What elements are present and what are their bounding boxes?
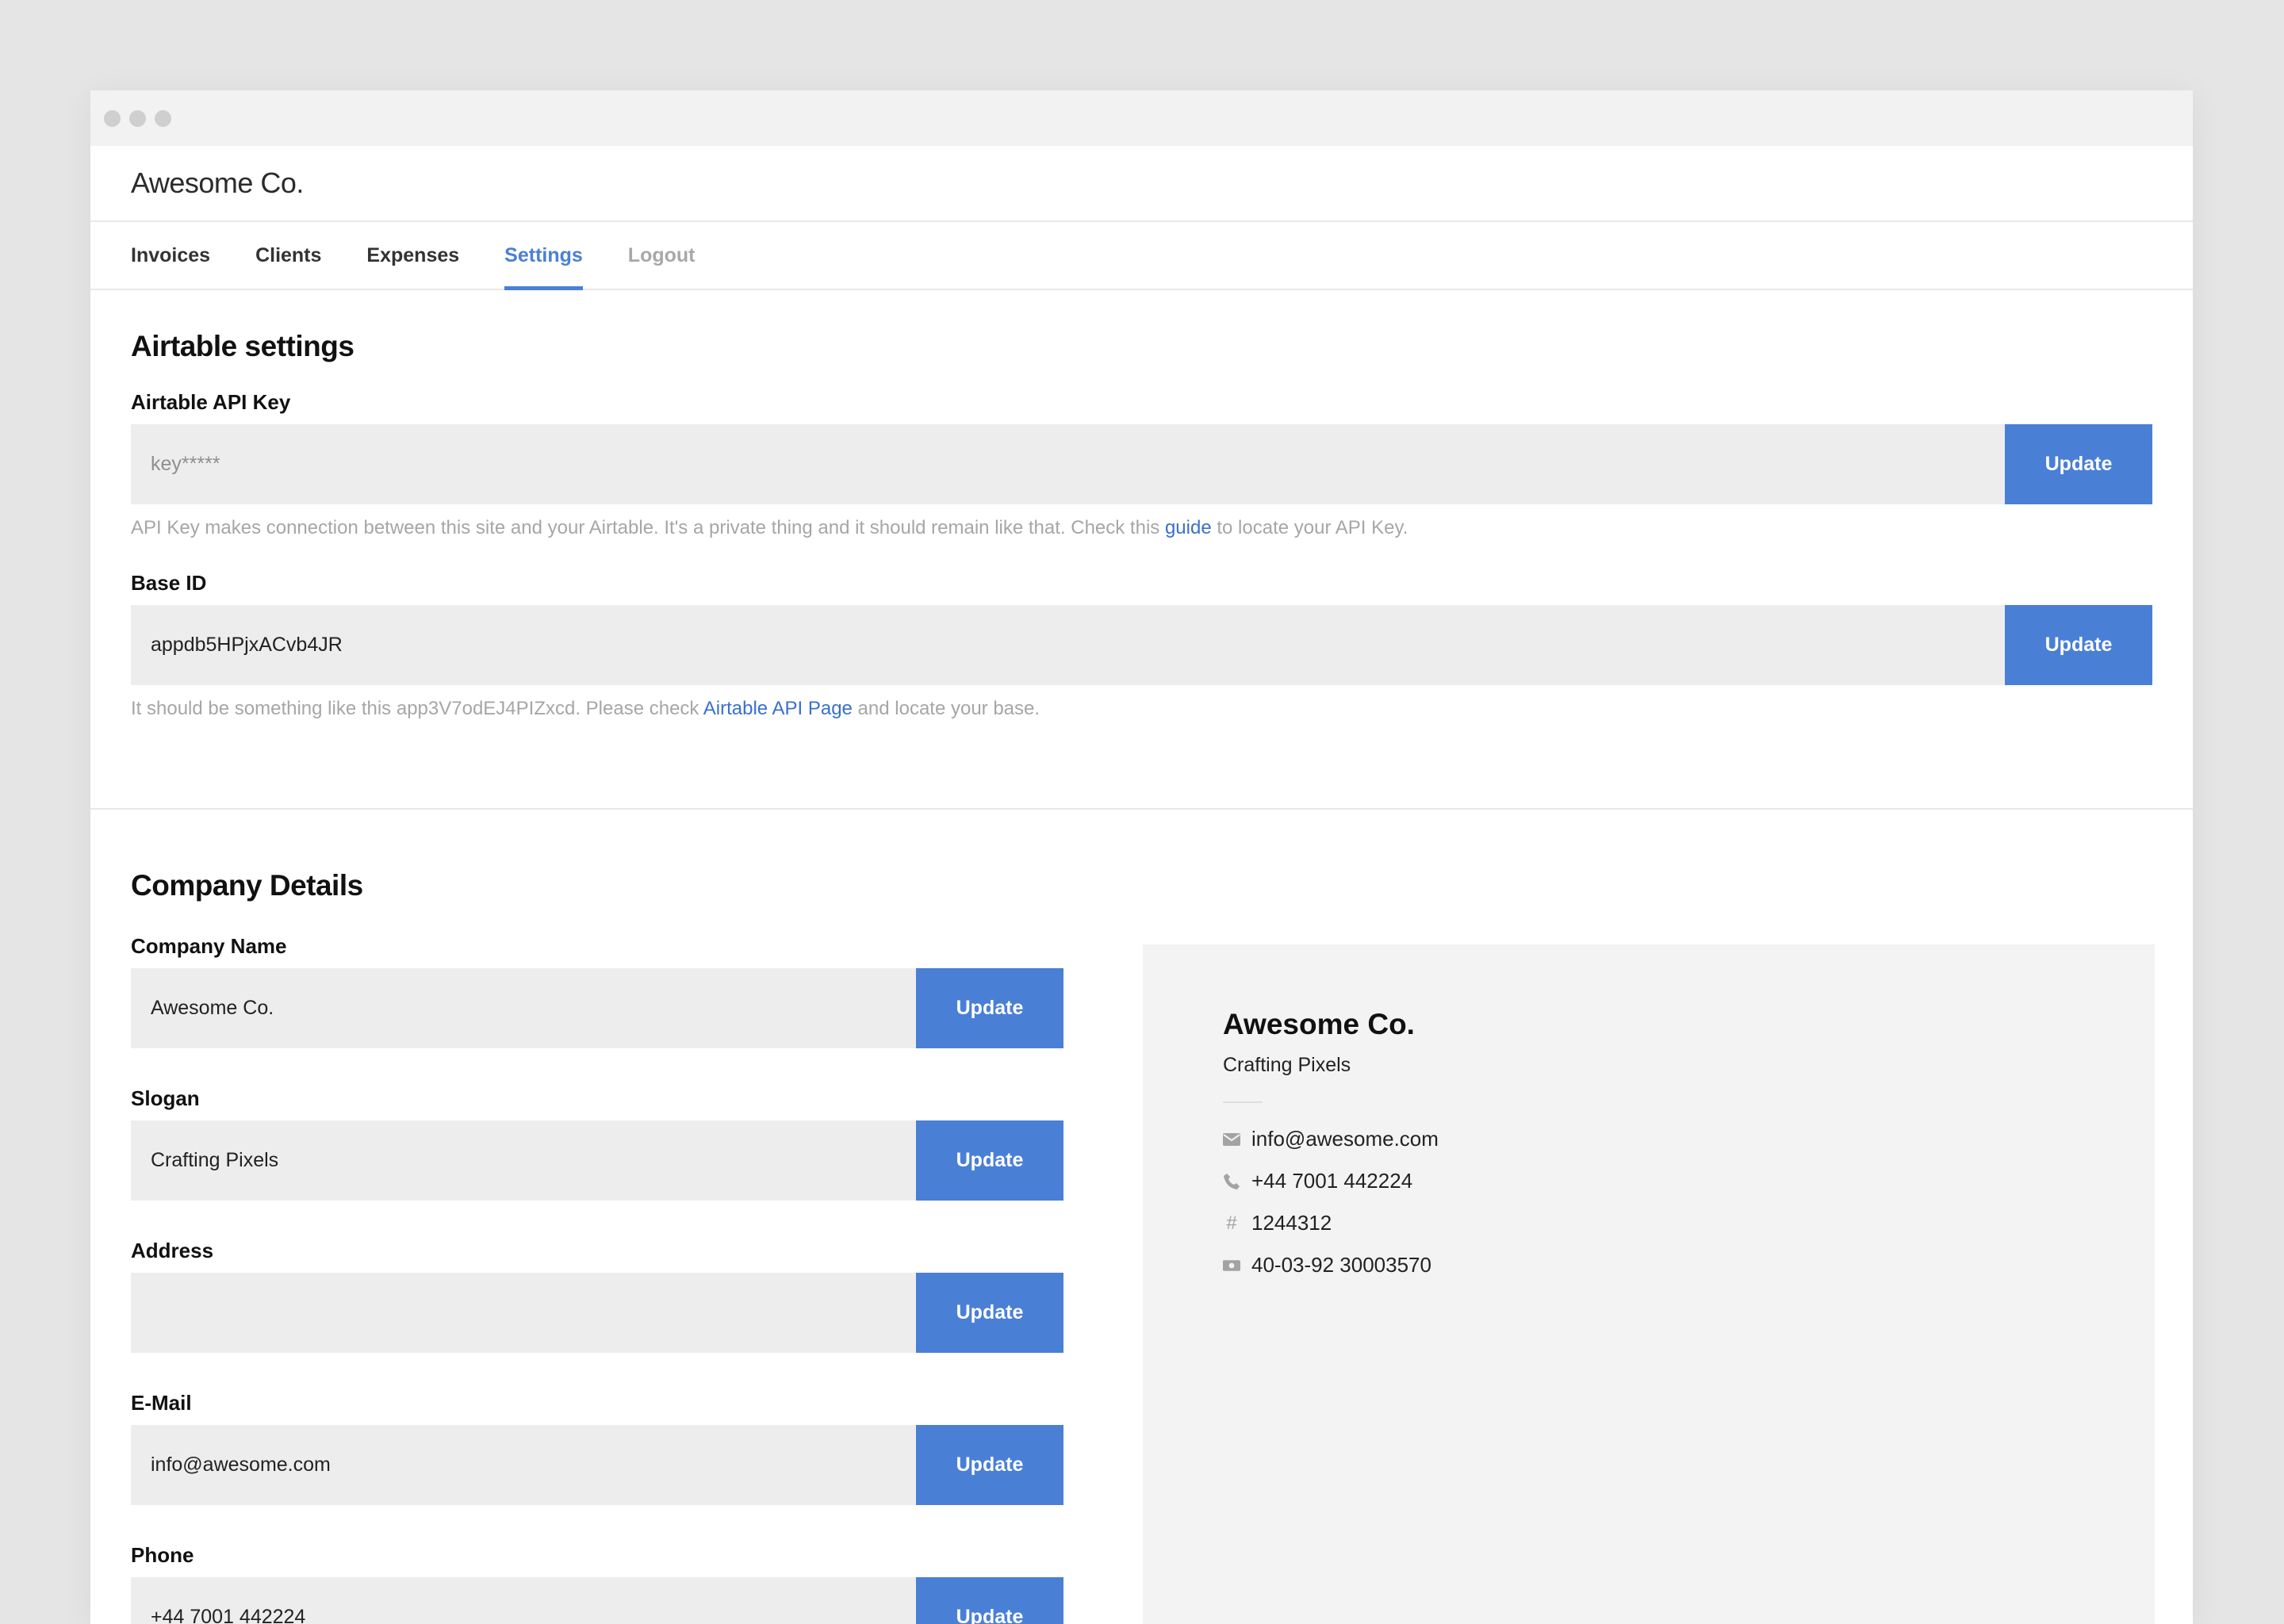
brand-title: Awesome Co. (131, 167, 304, 199)
brand-bar: Awesome Co. (90, 146, 2193, 222)
window-zoom-dot[interactable] (155, 109, 171, 127)
phone-icon (1223, 1173, 1240, 1190)
email-update-button[interactable]: Update (916, 1425, 1063, 1505)
api-key-update-button[interactable]: Update (2005, 424, 2152, 504)
phone-input[interactable]: +44 7001 442224 (131, 1577, 916, 1624)
api-key-help: API Key makes connection between this si… (131, 517, 2152, 539)
preview-number: 1244312 (1251, 1211, 1332, 1235)
base-id-help-text: It should be something like this app3V7o… (131, 698, 703, 719)
company-name-input[interactable]: Awesome Co. (131, 968, 916, 1048)
base-id-update-button[interactable]: Update (2005, 605, 2152, 685)
airtable-settings-title: Airtable settings (131, 330, 354, 362)
email-input[interactable]: info@awesome.com (131, 1425, 916, 1505)
base-id-help-text-end: and locate your base. (852, 698, 1040, 719)
company-form: Company Details Company Name Awesome Co.… (131, 810, 1063, 1624)
email-row: info@awesome.com Update (131, 1425, 1063, 1505)
base-id-row: appdb5HPjxACvb4JR Update (131, 605, 2152, 685)
base-id-help: It should be something like this app3V7o… (131, 698, 2152, 720)
nav-invoices[interactable]: Invoices (131, 222, 210, 289)
preview-divider (1223, 1101, 1263, 1103)
preview-slogan: Crafting Pixels (1223, 1054, 1351, 1076)
company-name-label: Company Name (131, 934, 287, 958)
phone-label: Phone (131, 1543, 194, 1567)
slogan-input[interactable]: Crafting Pixels (131, 1120, 916, 1201)
phone-update-button[interactable]: Update (916, 1577, 1063, 1624)
api-key-help-text: API Key makes connection between this si… (131, 517, 1165, 538)
guide-link[interactable]: guide (1165, 517, 1212, 538)
address-label: Address (131, 1239, 214, 1262)
slogan-label: Slogan (131, 1086, 200, 1110)
airtable-api-page-link[interactable]: Airtable API Page (703, 698, 853, 719)
slogan-update-button[interactable]: Update (916, 1120, 1063, 1201)
api-key-row: key***** Update (131, 424, 2152, 504)
envelope-icon (1223, 1131, 1240, 1148)
company-details-section: Company Details Company Name Awesome Co.… (90, 810, 2193, 1624)
money-icon (1223, 1257, 1240, 1274)
window-titlebar (90, 90, 2193, 146)
base-id-input[interactable]: appdb5HPjxACvb4JR (131, 605, 2005, 685)
nav-expenses[interactable]: Expenses (366, 222, 459, 289)
hash-icon: # (1226, 1212, 1237, 1234)
airtable-settings-section: Airtable settings Airtable API Key key**… (90, 290, 2193, 810)
base-id-label: Base ID (131, 571, 207, 595)
preview-bank-line: 40-03-92 30003570 (1223, 1253, 1431, 1277)
preview-bank: 40-03-92 30003570 (1251, 1253, 1431, 1277)
window-close-dot[interactable] (104, 109, 121, 127)
company-preview-card: Awesome Co. Crafting Pixels info@awesome… (1143, 944, 2155, 1624)
address-row: Update (131, 1273, 1063, 1353)
email-label: E-Mail (131, 1391, 192, 1415)
preview-phone-line: +44 7001 442224 (1223, 1169, 1412, 1193)
company-details-title: Company Details (131, 869, 363, 902)
address-update-button[interactable]: Update (916, 1273, 1063, 1353)
preview-phone: +44 7001 442224 (1251, 1169, 1413, 1193)
address-input[interactable] (131, 1273, 916, 1353)
preview-number-line: # 1244312 (1223, 1211, 1332, 1235)
company-name-row: Awesome Co. Update (131, 968, 1063, 1048)
company-name-update-button[interactable]: Update (916, 968, 1063, 1048)
nav-settings[interactable]: Settings (504, 222, 583, 290)
app-window: Awesome Co. Invoices Clients Expenses Se… (90, 90, 2193, 1624)
nav-clients[interactable]: Clients (255, 222, 321, 289)
preview-email: info@awesome.com (1251, 1127, 1439, 1151)
phone-row: +44 7001 442224 Update (131, 1577, 1063, 1624)
api-key-label: Airtable API Key (131, 390, 291, 414)
api-key-input[interactable]: key***** (131, 424, 2005, 504)
window-minimize-dot[interactable] (129, 109, 146, 127)
main-nav: Invoices Clients Expenses Settings Logou… (90, 222, 2193, 290)
api-key-help-text-end: to locate your API Key. (1211, 517, 1408, 538)
nav-logout[interactable]: Logout (628, 222, 696, 289)
slogan-row: Crafting Pixels Update (131, 1120, 1063, 1201)
preview-email-line: info@awesome.com (1223, 1127, 1439, 1151)
preview-company-name: Awesome Co. (1223, 1008, 1415, 1040)
